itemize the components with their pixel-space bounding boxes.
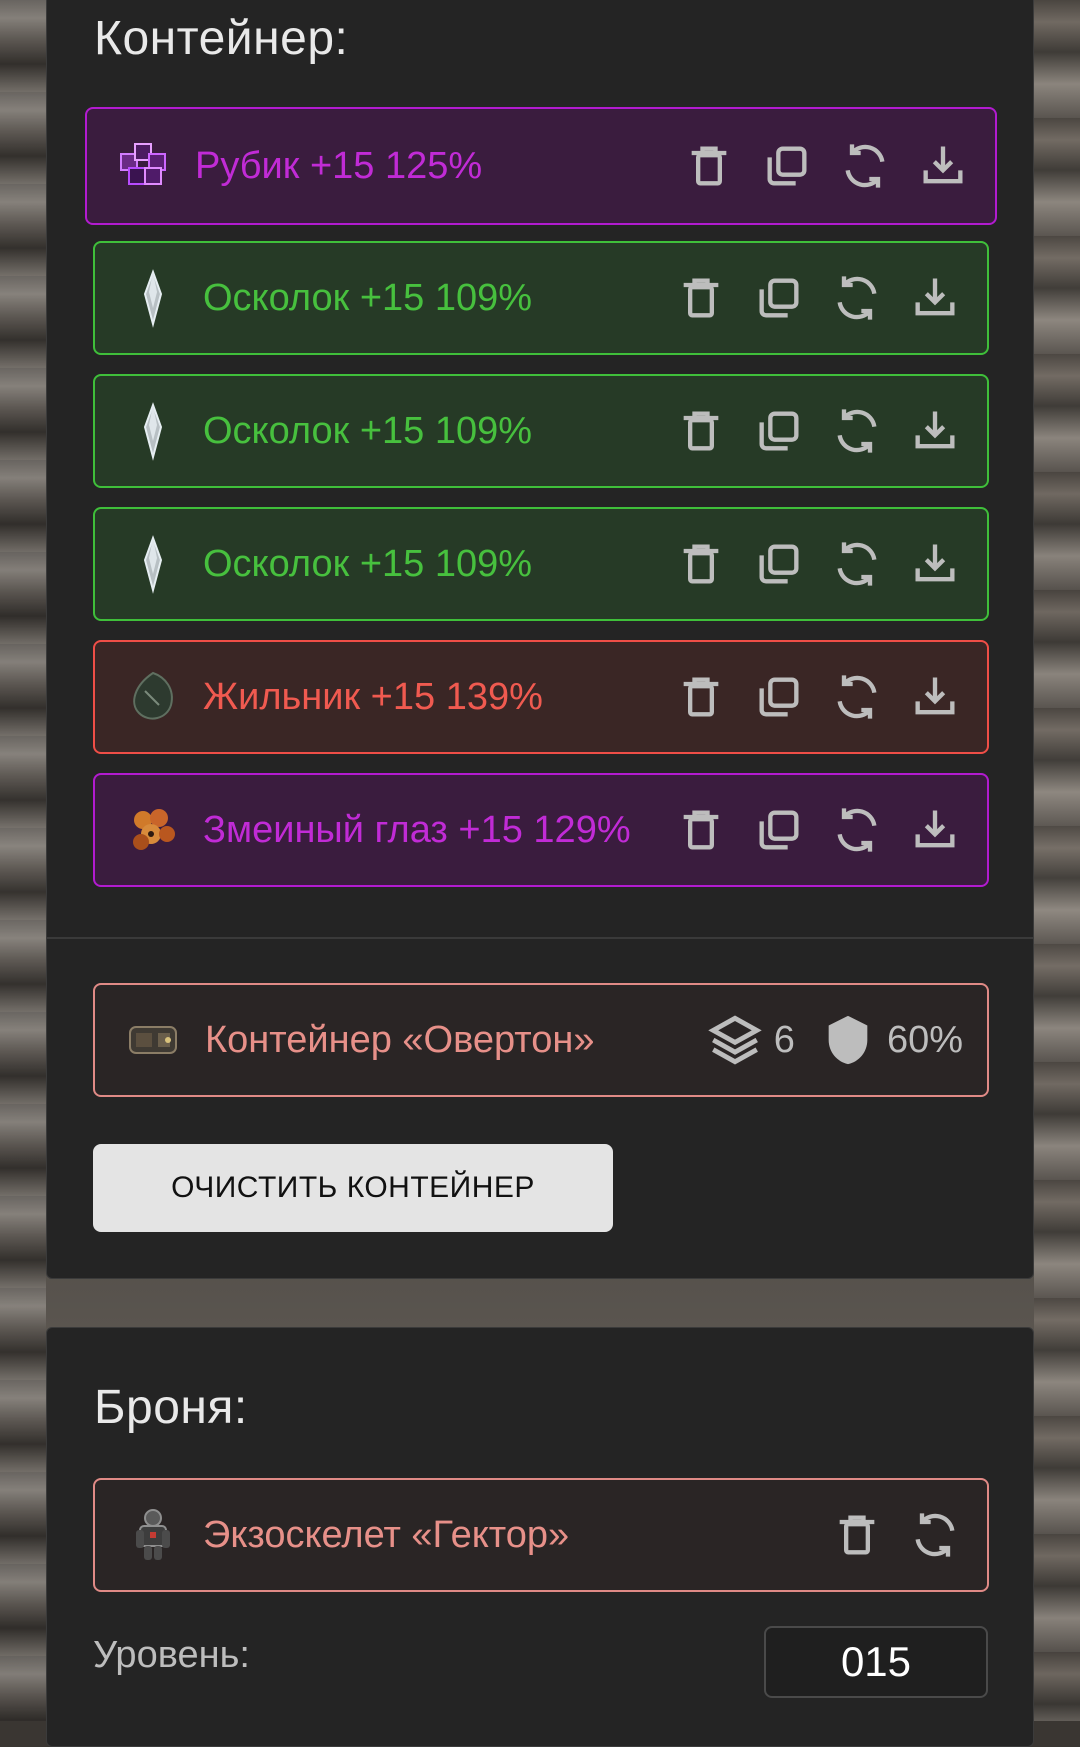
download-icon[interactable] xyxy=(909,538,961,590)
refresh-icon[interactable] xyxy=(831,538,883,590)
download-icon[interactable] xyxy=(909,405,961,457)
download-icon[interactable] xyxy=(909,272,961,324)
shield-icon xyxy=(828,1015,868,1065)
artifact-label: Осколок +15 109% xyxy=(203,542,533,585)
level-input[interactable] xyxy=(764,1626,988,1698)
trash-icon[interactable] xyxy=(675,272,727,324)
trash-icon[interactable] xyxy=(675,671,727,723)
rubik-artifact-icon xyxy=(113,134,177,198)
copy-icon[interactable] xyxy=(753,804,805,856)
artifact-label: Осколок +15 109% xyxy=(203,276,533,319)
download-icon[interactable] xyxy=(909,804,961,856)
artifact-row[interactable]: Осколок +15 109% xyxy=(93,241,989,355)
refresh-icon[interactable] xyxy=(909,1509,961,1561)
armor-item-row[interactable]: Экзоскелет «Гектор» xyxy=(93,1478,989,1592)
copy-icon[interactable] xyxy=(753,671,805,723)
artifact-row[interactable]: Осколок +15 109% xyxy=(93,507,989,621)
snake-eye-artifact-icon xyxy=(121,798,185,862)
layers-icon xyxy=(708,1015,762,1065)
copy-icon[interactable] xyxy=(753,272,805,324)
container-name: Контейнер «Овертон» xyxy=(205,1018,595,1061)
refresh-icon[interactable] xyxy=(839,140,891,192)
container-icon xyxy=(121,1008,185,1072)
artifact-row[interactable]: Змеиный глаз +15 129% xyxy=(93,773,989,887)
armor-panel: Броня: Экзоскелет «Гектор» Уровень: xyxy=(46,1327,1034,1747)
section-divider xyxy=(47,937,1033,939)
exoskeleton-icon xyxy=(121,1503,185,1567)
copy-icon[interactable] xyxy=(761,140,813,192)
level-label: Уровень: xyxy=(93,1634,250,1676)
container-slots: 6 xyxy=(706,1011,795,1069)
artifact-label: Змеиный глаз +15 129% xyxy=(203,808,631,851)
container-protection: 60% xyxy=(819,1011,963,1069)
copy-icon[interactable] xyxy=(753,538,805,590)
download-icon[interactable] xyxy=(909,671,961,723)
section-title-armor: Броня: xyxy=(94,1381,248,1434)
trash-icon[interactable] xyxy=(831,1509,883,1561)
artifact-row[interactable]: Осколок +15 109% xyxy=(93,374,989,488)
download-icon[interactable] xyxy=(917,140,969,192)
shard-artifact-icon xyxy=(121,399,185,463)
clear-container-button[interactable]: ОЧИСТИТЬ КОНТЕЙНЕР xyxy=(93,1144,613,1232)
trash-icon[interactable] xyxy=(683,140,735,192)
container-info-card[interactable]: Контейнер «Овертон» 6 60% xyxy=(93,983,989,1097)
trash-icon[interactable] xyxy=(675,538,727,590)
artifact-label: Рубик +15 125% xyxy=(195,144,483,187)
vein-artifact-icon xyxy=(121,665,185,729)
refresh-icon[interactable] xyxy=(831,405,883,457)
refresh-icon[interactable] xyxy=(831,804,883,856)
armor-label: Экзоскелет «Гектор» xyxy=(203,1513,570,1556)
artifact-label: Жильник +15 139% xyxy=(203,675,543,718)
refresh-icon[interactable] xyxy=(831,671,883,723)
artifact-row[interactable]: Жильник +15 139% xyxy=(93,640,989,754)
trash-icon[interactable] xyxy=(675,804,727,856)
artifact-row[interactable]: Рубик +15 125% xyxy=(85,107,997,225)
section-title-container: Контейнер: xyxy=(94,12,349,65)
shard-artifact-icon xyxy=(121,266,185,330)
container-slots-value: 6 xyxy=(773,1018,795,1061)
trash-icon[interactable] xyxy=(675,405,727,457)
container-protection-value: 60% xyxy=(886,1018,963,1061)
shard-artifact-icon xyxy=(121,532,185,596)
container-panel: Контейнер: Рубик +15 125% Осколок +15 10… xyxy=(46,0,1034,1279)
artifact-label: Осколок +15 109% xyxy=(203,409,533,452)
copy-icon[interactable] xyxy=(753,405,805,457)
refresh-icon[interactable] xyxy=(831,272,883,324)
